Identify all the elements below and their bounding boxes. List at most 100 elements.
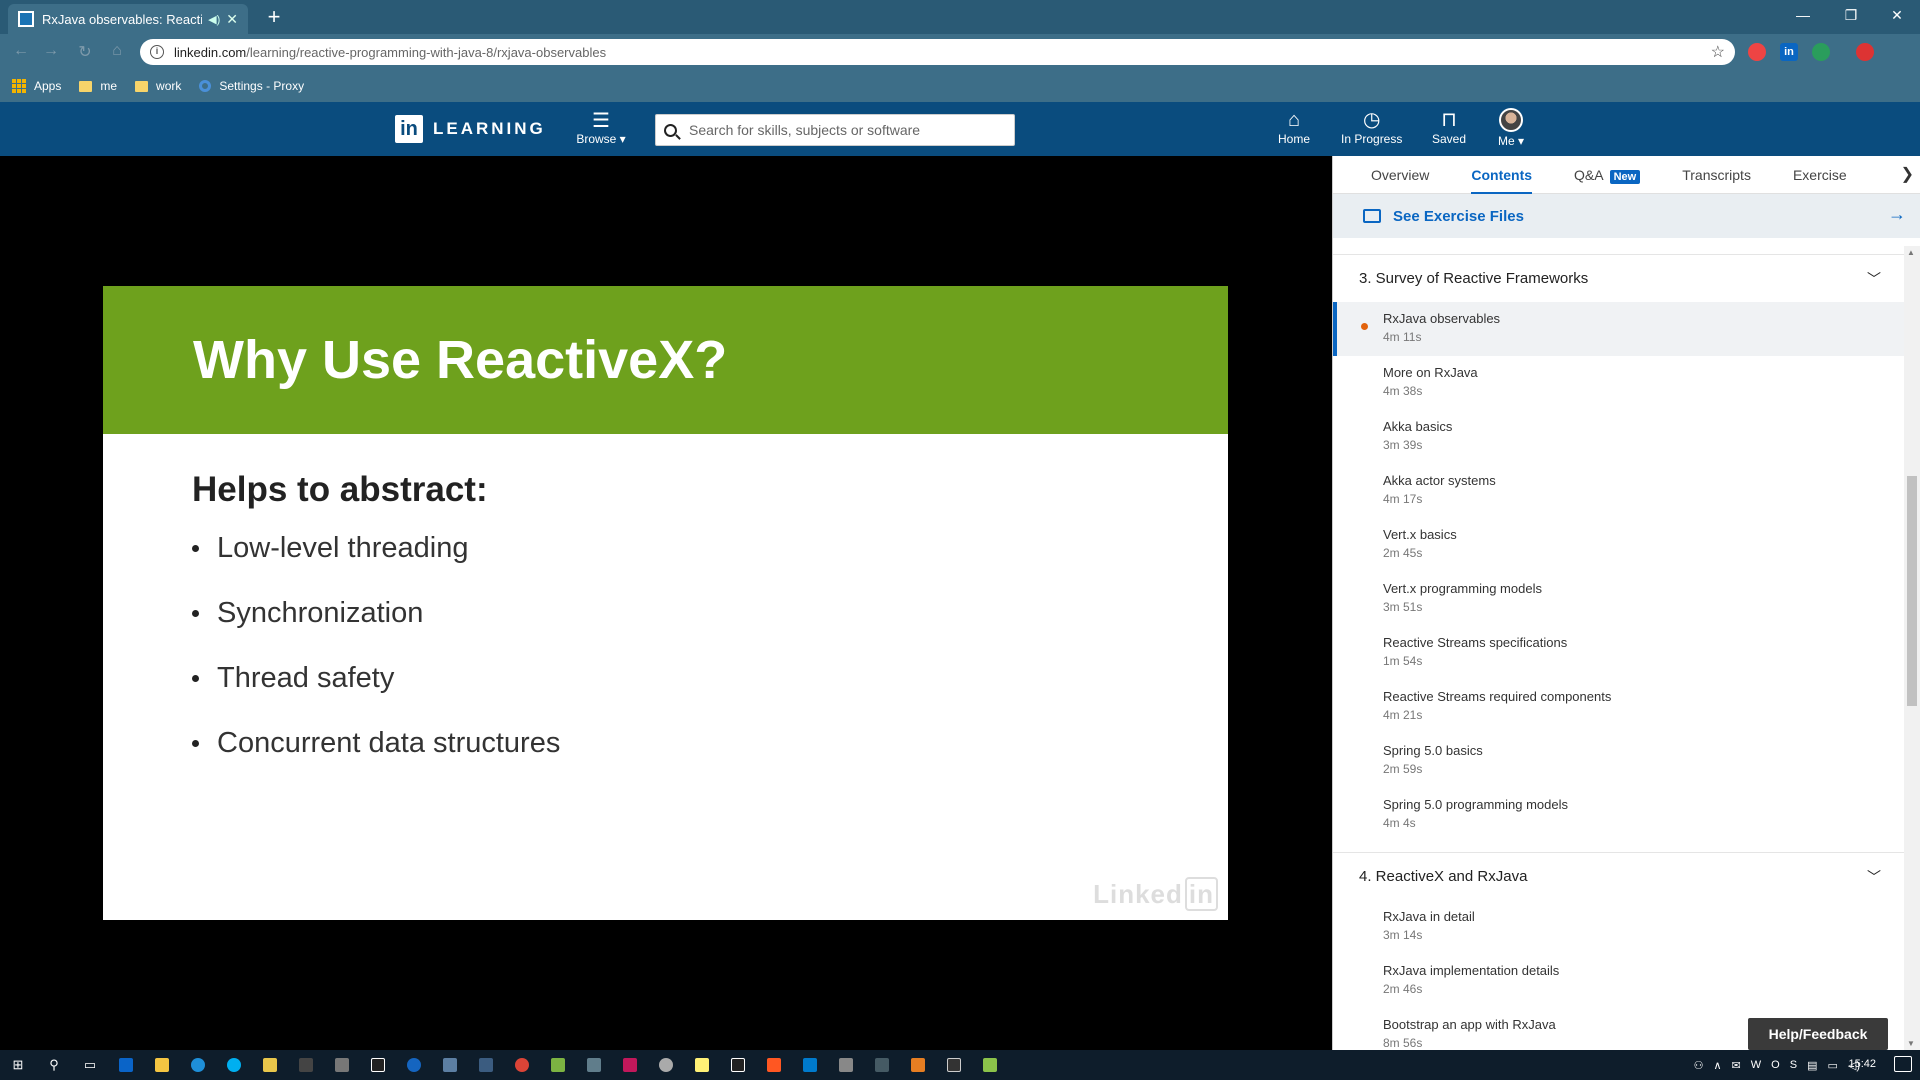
skype-icon[interactable] — [216, 1050, 252, 1080]
list-item[interactable]: RxJava implementation details 2m 46s — [1333, 954, 1905, 1008]
list-item[interactable]: Akka actor systems 4m 17s — [1333, 464, 1905, 518]
app-tray-icon[interactable]: W — [1751, 1059, 1761, 1071]
app-icon[interactable] — [936, 1050, 972, 1080]
audio-playing-icon[interactable]: ◀) — [208, 13, 220, 26]
app-icon[interactable] — [756, 1050, 792, 1080]
scroll-up-icon[interactable]: ▲ — [1907, 248, 1915, 257]
bookmark-star-icon[interactable]: ☆ — [1711, 42, 1725, 62]
list-item[interactable]: RxJava in detail 3m 14s — [1333, 900, 1905, 954]
nav-home[interactable]: ⌂ Home — [1278, 108, 1310, 146]
tab-transcripts[interactable]: Transcripts — [1682, 156, 1751, 194]
edge-icon[interactable] — [180, 1050, 216, 1080]
new-tab-button[interactable]: + — [260, 4, 288, 30]
chevron-right-icon[interactable]: ❯ — [1901, 164, 1914, 184]
list-item[interactable]: RxJava observables 4m 11s — [1333, 302, 1905, 356]
linkedin-learning-logo[interactable]: in LEARNING — [395, 115, 546, 143]
app-icon[interactable] — [864, 1050, 900, 1080]
file-explorer-icon[interactable] — [144, 1050, 180, 1080]
restore-icon[interactable]: ❐ — [1828, 0, 1874, 30]
nav-saved[interactable]: ⊓ Saved — [1432, 108, 1466, 146]
forward-icon[interactable]: → — [40, 42, 62, 62]
nav-me[interactable]: Me ▾ — [1498, 108, 1524, 148]
network-icon[interactable]: ▤ — [1807, 1059, 1817, 1072]
bookmark-settings-proxy[interactable]: Settings - Proxy — [199, 79, 304, 93]
sidebar-scrollbar[interactable]: ▲ ▼ — [1904, 246, 1920, 1050]
sticky-notes-icon[interactable] — [684, 1050, 720, 1080]
tab-exercise-files[interactable]: Exercise Files — [1793, 156, 1878, 221]
bookmark-icon: ⊓ — [1441, 109, 1457, 131]
chrome-icon[interactable] — [504, 1050, 540, 1080]
notification-icon[interactable] — [1894, 1056, 1912, 1072]
reload-icon[interactable]: ↻ — [74, 42, 96, 62]
chapter-header[interactable]: 3. Survey of Reactive Frameworks ﹀ — [1333, 254, 1905, 302]
scroll-down-icon[interactable]: ▼ — [1907, 1039, 1915, 1048]
list-item[interactable]: Akka basics 3m 39s — [1333, 410, 1905, 464]
app-icon[interactable] — [648, 1050, 684, 1080]
app-icon[interactable] — [576, 1050, 612, 1080]
extension-linkedin-icon[interactable]: in — [1780, 43, 1798, 61]
slide-bullet: Concurrent data structures — [192, 727, 1228, 760]
app-icon[interactable] — [396, 1050, 432, 1080]
app-icon[interactable] — [324, 1050, 360, 1080]
profile-avatar-icon[interactable] — [1856, 43, 1874, 61]
home-icon[interactable]: ⌂ — [106, 42, 128, 62]
app-icon[interactable] — [468, 1050, 504, 1080]
site-info-icon[interactable]: i — [150, 45, 164, 59]
scrollbar-thumb[interactable] — [1907, 476, 1917, 706]
list-item[interactable]: Reactive Streams specifications 1m 54s — [1333, 626, 1905, 680]
tab-qa[interactable]: Q&A New — [1574, 156, 1641, 194]
list-item[interactable]: Reactive Streams required components 4m … — [1333, 680, 1905, 734]
search-icon[interactable]: ⚲ — [36, 1050, 72, 1080]
task-view-icon[interactable]: ▭ — [72, 1050, 108, 1080]
extension-google-icon[interactable] — [1748, 43, 1766, 61]
close-tab-icon[interactable]: ✕ — [226, 11, 238, 28]
app-icon[interactable] — [720, 1050, 756, 1080]
notepad-icon[interactable] — [972, 1050, 1008, 1080]
address-bar[interactable]: i linkedin.com/learning/reactive-program… — [140, 39, 1735, 65]
terminal-icon[interactable] — [288, 1050, 324, 1080]
video-player[interactable]: Why Use ReactiveX? Helps to abstract: Lo… — [0, 156, 1332, 1050]
video-duration: 2m 45s — [1383, 546, 1423, 560]
outlook-icon[interactable] — [108, 1050, 144, 1080]
list-item[interactable]: Vert.x basics 2m 45s — [1333, 518, 1905, 572]
tab-overview[interactable]: Overview — [1371, 156, 1429, 194]
chevron-down-icon[interactable]: ﹀ — [1867, 867, 1881, 887]
browse-menu-button[interactable]: ☰ Browse ▾ — [575, 110, 627, 146]
extension-badge-icon[interactable] — [1812, 43, 1830, 61]
app-icon[interactable] — [900, 1050, 936, 1080]
list-item[interactable]: Spring 5.0 programming models 4m 4s — [1333, 788, 1905, 842]
vscode-icon[interactable] — [792, 1050, 828, 1080]
back-icon[interactable]: ← — [10, 42, 32, 62]
close-window-icon[interactable]: ✕ — [1874, 0, 1920, 30]
app-icon[interactable] — [828, 1050, 864, 1080]
chapter-header[interactable]: 4. ReactiveX and RxJava ﹀ — [1333, 852, 1905, 900]
browser-tab[interactable]: RxJava observables: Reactive ◀) ✕ — [8, 4, 248, 34]
git-icon[interactable] — [252, 1050, 288, 1080]
bookmark-apps[interactable]: Apps — [12, 79, 61, 93]
bookmark-work[interactable]: work — [135, 79, 181, 93]
outlook-tray-icon[interactable]: O — [1771, 1059, 1780, 1071]
battery-icon[interactable]: ▭ — [1827, 1059, 1837, 1072]
bookmark-me[interactable]: me — [79, 79, 117, 93]
search-input[interactable] — [689, 122, 989, 138]
minimize-icon[interactable]: — — [1780, 0, 1826, 30]
chevron-down-icon[interactable]: ﹀ — [1867, 269, 1881, 289]
skype-tray-icon[interactable]: S — [1790, 1059, 1797, 1071]
search-box[interactable] — [655, 114, 1015, 146]
help-feedback-button[interactable]: Help/Feedback — [1748, 1018, 1888, 1050]
list-item[interactable]: Spring 5.0 basics 2m 59s — [1333, 734, 1905, 788]
list-item[interactable]: Vert.x programming models 3m 51s — [1333, 572, 1905, 626]
tab-contents[interactable]: Contents — [1471, 156, 1532, 194]
list-item[interactable]: More on RxJava 4m 38s — [1333, 356, 1905, 410]
mail-icon[interactable]: ✉ — [1732, 1059, 1741, 1072]
intellij-icon[interactable] — [360, 1050, 396, 1080]
app-icon[interactable] — [540, 1050, 576, 1080]
app-icon[interactable] — [432, 1050, 468, 1080]
chevron-up-icon[interactable]: ∧ — [1713, 1059, 1721, 1072]
people-icon[interactable]: ⚇ — [1694, 1059, 1704, 1072]
app-icon[interactable] — [612, 1050, 648, 1080]
start-icon[interactable]: ⊞ — [0, 1050, 36, 1080]
nav-in-progress[interactable]: ◷ In Progress — [1341, 108, 1402, 146]
clock[interactable]: 15:42 — [1848, 1058, 1876, 1070]
see-exercise-files-link[interactable]: See Exercise Files → — [1333, 194, 1920, 238]
